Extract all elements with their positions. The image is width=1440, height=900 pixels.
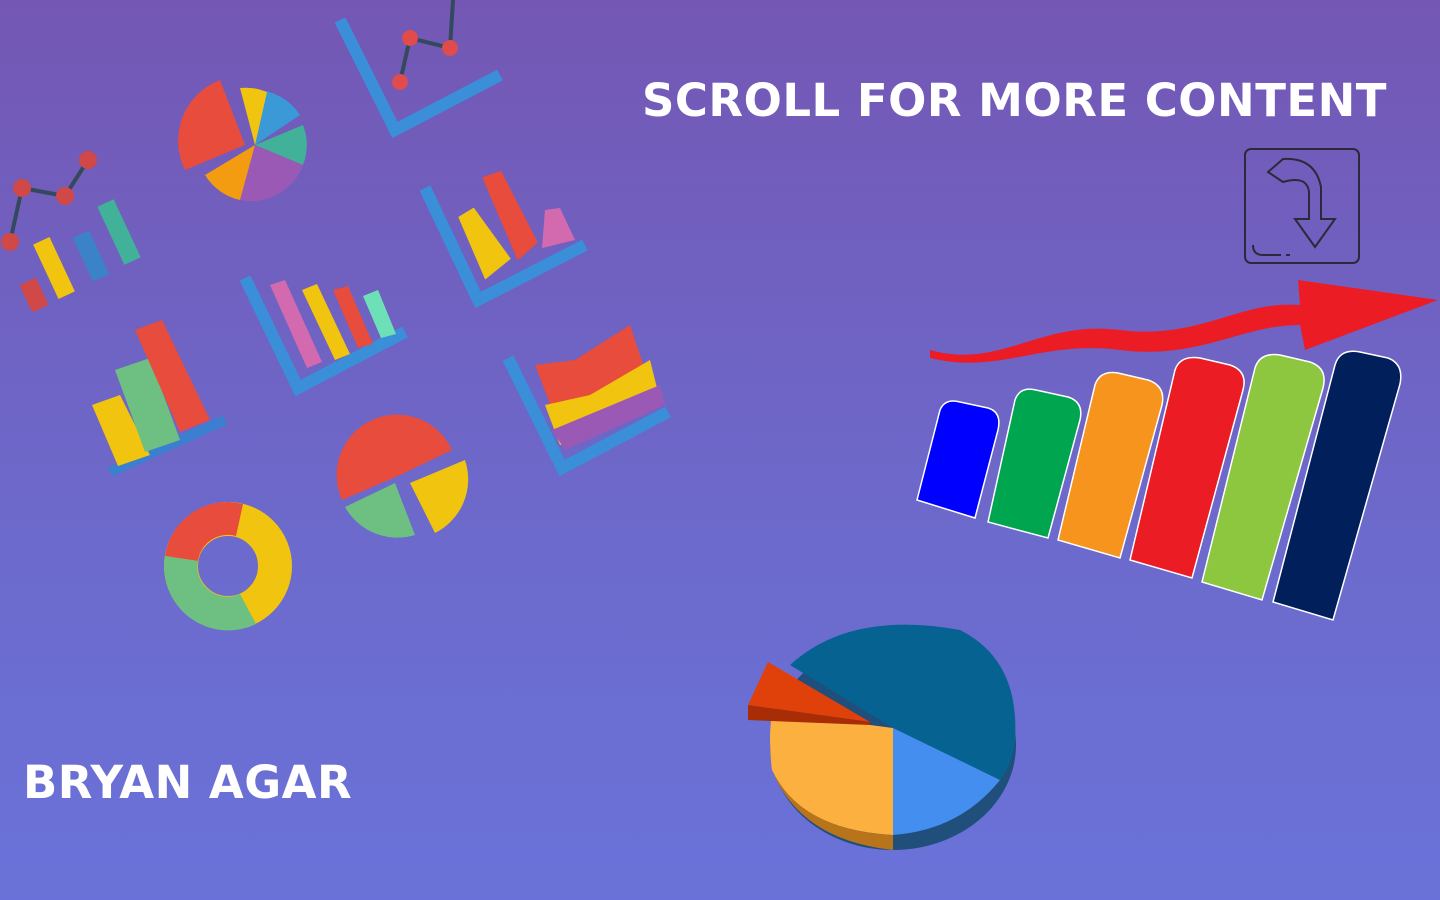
author-name: BRYAN AGAR xyxy=(23,756,353,809)
3d-pie-chart-illustration xyxy=(748,624,1016,850)
curved-arrow-down-icon xyxy=(1244,148,1360,264)
scroll-down-button[interactable] xyxy=(1243,147,1361,265)
area-bar-illustration xyxy=(92,320,228,477)
donut-chart-illustration xyxy=(164,502,292,631)
growth-arrows-illustration xyxy=(419,170,588,309)
pie-chart-illustration xyxy=(178,80,307,202)
bar-line-illustration xyxy=(1,151,141,313)
rainbow-bar-chart-illustration xyxy=(916,280,1438,621)
area-chart-illustration xyxy=(502,325,671,477)
line-chart-illustration xyxy=(334,0,503,139)
stacked-bar-illustration xyxy=(239,275,408,397)
exploded-pie-illustration xyxy=(336,414,469,538)
scroll-prompt-heading: SCROLL FOR MORE CONTENT xyxy=(642,74,1387,127)
